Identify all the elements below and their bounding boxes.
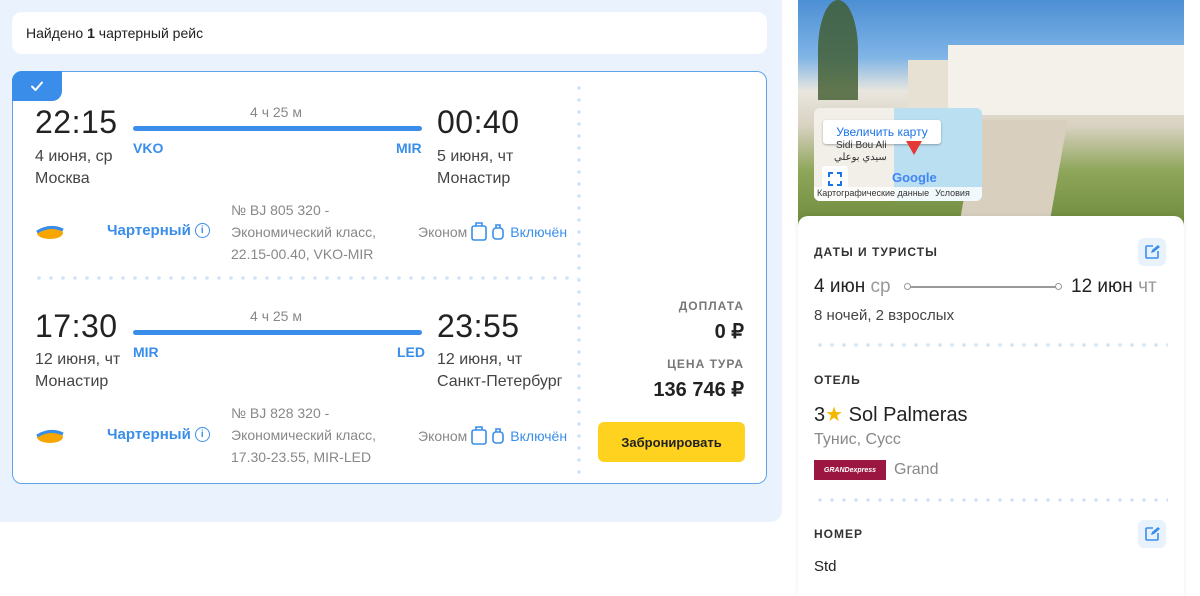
edit-room-button[interactable] — [1138, 520, 1166, 548]
map-widget[interactable]: Увеличить карту Sidi Bou Ali سيدي بوعلي … — [814, 108, 982, 201]
charter-label[interactable]: Чартерный i — [107, 222, 210, 239]
arrival-airport-code: MIR — [396, 140, 422, 156]
edit-dates-button[interactable] — [1138, 238, 1166, 266]
date-range-line — [908, 286, 1058, 288]
arrival-city: Монастир — [437, 170, 511, 187]
photo-palm — [818, 0, 858, 100]
flight-info: № BJ 828 320 - Экономический класс, 17.3… — [231, 402, 401, 468]
flight-number: № BJ 828 320 - — [231, 405, 330, 421]
arrival-airport-code: LED — [397, 344, 425, 360]
flight-duration: 4 ч 25 м — [250, 308, 302, 324]
route-line — [133, 330, 422, 335]
map-place-name-arabic: سيدي بوعلي — [834, 152, 887, 163]
charter-text: Чартерный — [107, 426, 191, 443]
info-icon[interactable]: i — [194, 427, 210, 442]
selected-check-tab — [12, 71, 62, 101]
start-date-dow: ср — [870, 276, 891, 297]
flight-route: 17.30-23.55, MIR-LED — [231, 449, 372, 465]
found-suffix: чартерный рейс — [98, 25, 204, 41]
end-date-text: 12 июн — [1071, 276, 1133, 297]
arrival-date: 12 июня, чт — [437, 351, 523, 368]
dates-section-label: ДАТЫ И ТУРИСТЫ — [814, 245, 938, 259]
start-date: 4 июн ср — [814, 276, 891, 298]
hotel-location: Тунис, Сусс — [814, 431, 901, 448]
flight-class: Экономический класс, — [231, 224, 376, 240]
surcharge-value: 0 ₽ — [714, 321, 744, 343]
end-date: 12 июн чт — [1071, 276, 1157, 298]
hand-luggage-icon — [492, 224, 505, 240]
baggage-included: Включён — [510, 224, 568, 240]
hotel-photo[interactable]: Увеличить карту Sidi Bou Ali سيدي بوعلي … — [798, 0, 1184, 228]
flight-option-card[interactable]: 22:15 4 июня, ср Москва 4 ч 25 м VKO MIR… — [12, 71, 767, 484]
room-value: Std — [814, 558, 837, 575]
map-pin-icon — [906, 141, 922, 155]
section-divider — [814, 343, 1168, 347]
date-range-start-dot — [904, 283, 911, 290]
nights-tourists: 8 ночей, 2 взрослых — [814, 307, 955, 324]
edit-icon — [1145, 527, 1160, 541]
route-line — [133, 126, 422, 131]
departure-time: 22:15 — [35, 104, 118, 140]
map-footer: Картографические данные Условия — [814, 187, 982, 201]
fare-class: Эконом Включён — [418, 221, 567, 243]
suitcase-icon — [471, 426, 488, 445]
star-icon: ★ — [825, 404, 844, 426]
end-date-dow: чт — [1138, 276, 1157, 297]
found-count: 1 — [87, 25, 95, 41]
section-divider — [814, 498, 1168, 502]
map-place-name: Sidi Bou Ali — [836, 140, 887, 151]
edit-icon — [1145, 245, 1160, 259]
charter-text: Чартерный — [107, 222, 191, 239]
map-terms-link[interactable]: Условия — [932, 187, 973, 201]
found-prefix: Найдено — [26, 25, 84, 41]
departure-airport-code: MIR — [133, 344, 159, 360]
hotel-section-label: ОТЕЛЬ — [814, 373, 861, 387]
horizontal-divider — [33, 276, 578, 280]
departure-city: Монастир — [35, 373, 109, 390]
results-count-bar: Найдено 1 чартерный рейс — [12, 12, 767, 54]
airline-logo-icon — [36, 225, 64, 239]
arrival-city: Санкт-Петербург — [437, 373, 563, 390]
hotel-name-text: Sol Palmeras — [848, 404, 968, 426]
arrival-date: 5 июня, чт — [437, 148, 514, 165]
flight-duration: 4 ч 25 м — [250, 104, 302, 120]
hotel-name[interactable]: 3★ Sol Palmeras — [814, 402, 968, 427]
arrival-time: 00:40 — [437, 104, 520, 140]
date-range-end-dot — [1055, 283, 1062, 290]
departure-date: 4 июня, ср — [35, 148, 113, 165]
fare-class-text: Эконом — [418, 428, 468, 444]
tour-summary-card: ДАТЫ И ТУРИСТЫ 4 июн ср 12 июн чт 8 ноче… — [798, 216, 1184, 596]
check-icon — [31, 81, 43, 91]
departure-time: 17:30 — [35, 308, 118, 344]
suitcase-icon — [471, 222, 488, 241]
departure-date: 12 июня, чт — [35, 351, 121, 368]
fare-class-text: Эконом — [418, 224, 468, 240]
fullscreen-icon — [828, 172, 842, 186]
book-button[interactable]: Забронировать — [598, 422, 745, 462]
google-logo: Google — [892, 170, 937, 185]
room-section-label: НОМЕР — [814, 527, 864, 541]
airline-logo-icon — [36, 429, 64, 443]
departure-airport-code: VKO — [133, 140, 164, 156]
fare-class: Эконом Включён — [418, 425, 567, 447]
map-data-credit: Картографические данные — [817, 188, 930, 198]
surcharge-label: ДОПЛАТА — [678, 299, 744, 313]
hotel-stars: 3 — [814, 404, 826, 426]
charter-label[interactable]: Чартерный i — [107, 426, 210, 443]
flight-info: № BJ 805 320 - Экономический класс, 22.1… — [231, 199, 401, 265]
brand-name: Grand — [894, 461, 939, 478]
photo-building — [948, 45, 1184, 115]
flight-class: Экономический класс, — [231, 427, 376, 443]
departure-city: Москва — [35, 170, 90, 187]
flight-route: 22.15-00.40, VKO-MIR — [231, 246, 374, 262]
arrival-time: 23:55 — [437, 308, 520, 344]
tour-price-label: ЦЕНА ТУРА — [667, 357, 744, 371]
brand-logo: GRANDexpress — [814, 460, 886, 480]
info-icon[interactable]: i — [194, 223, 210, 238]
baggage-included: Включён — [510, 428, 568, 444]
start-date-text: 4 июн — [814, 276, 866, 297]
hand-luggage-icon — [492, 428, 505, 444]
flight-number: № BJ 805 320 - — [231, 202, 330, 218]
tour-price-value: 136 746 ₽ — [653, 379, 744, 401]
